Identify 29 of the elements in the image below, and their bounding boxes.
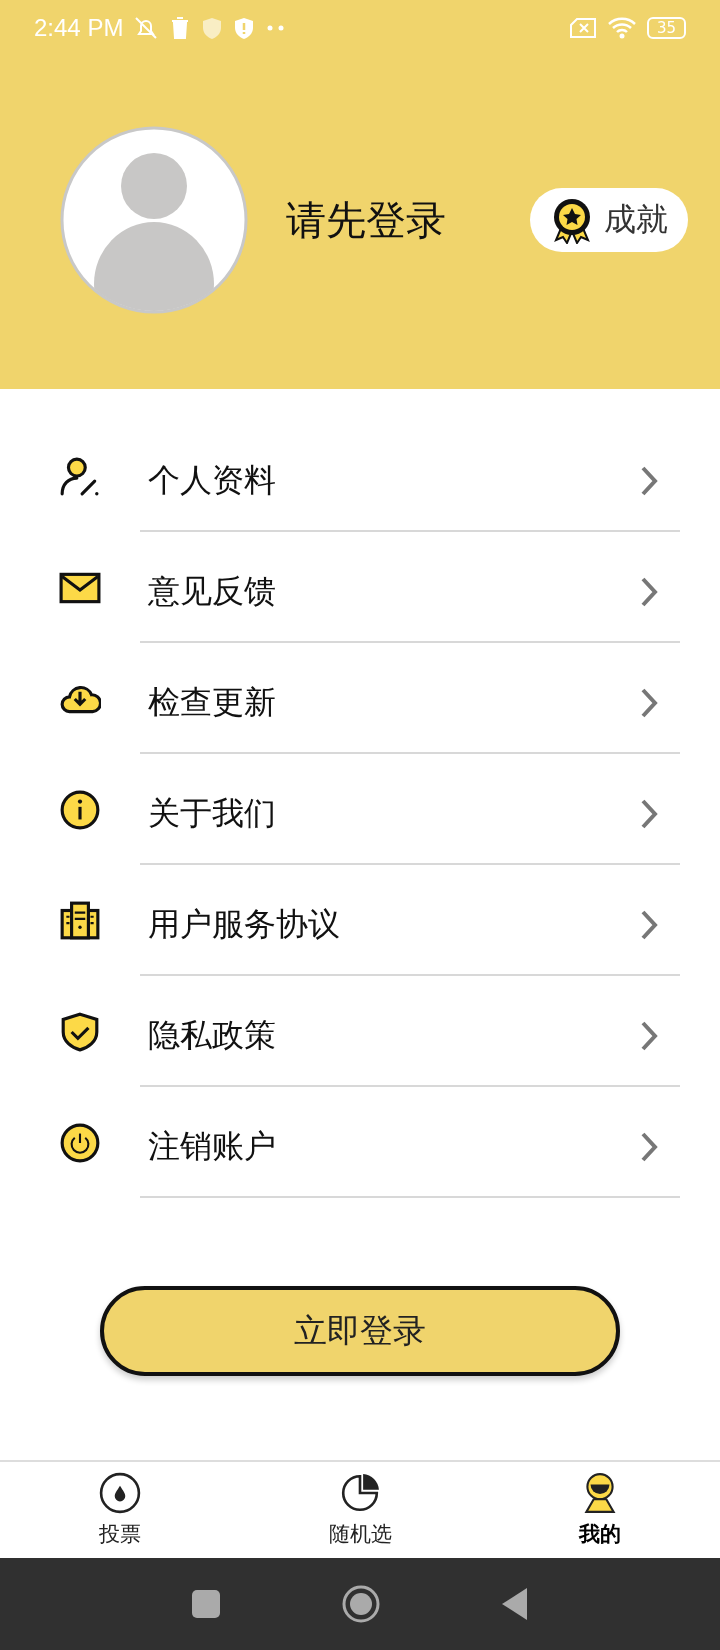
building-icon — [59, 899, 101, 942]
menu-item[interactable]: 检查更新 — [148, 680, 638, 725]
menu-item[interactable]: 隐私政策 — [148, 1013, 638, 1058]
sim-off-icon — [568, 17, 597, 39]
back-button[interactable] — [501, 1587, 529, 1621]
menu-item[interactable]: 用户服务协议 — [148, 902, 638, 947]
shield-icon — [201, 16, 224, 40]
recents-button[interactable] — [191, 1589, 221, 1619]
login-button[interactable]: 立即登录 — [100, 1286, 620, 1376]
user-edit-icon — [59, 455, 101, 498]
shield-check-icon — [59, 1010, 101, 1053]
info-icon — [59, 788, 101, 831]
shield-alert-icon — [233, 16, 256, 40]
nav-tab[interactable]: 投票 — [0, 1462, 240, 1558]
menu-item[interactable]: 个人资料 — [148, 458, 638, 503]
menu-item[interactable]: 意见反馈 — [148, 569, 638, 614]
pie-chart-icon — [339, 1472, 381, 1514]
achievement-button[interactable]: 成就 — [530, 188, 688, 252]
menu-item[interactable]: 注销账户 — [148, 1124, 638, 1169]
drop-icon — [99, 1472, 141, 1514]
nav-tab[interactable]: 随机选 — [240, 1462, 480, 1558]
power-icon — [59, 1121, 101, 1164]
nav-tab[interactable]: 我的 — [480, 1462, 720, 1558]
home-button[interactable] — [341, 1584, 381, 1624]
status-time: 2:44 PM — [34, 14, 124, 42]
wifi-icon — [606, 16, 637, 40]
battery-level: 35 — [646, 17, 686, 39]
login-prompt[interactable]: 请先登录 — [286, 192, 530, 248]
menu-item[interactable]: 关于我们 — [148, 791, 638, 836]
